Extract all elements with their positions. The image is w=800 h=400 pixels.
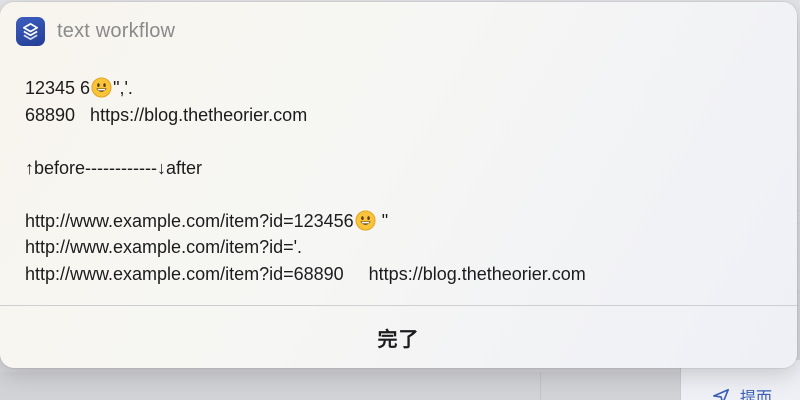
output-text: ",'. xyxy=(113,78,133,98)
output-blank-line xyxy=(25,181,777,208)
send-arrow-icon xyxy=(712,388,730,400)
dialog-text-output: 12345 6 ",'. 68890 https://blog.thetheori… xyxy=(25,75,777,287)
smiley-emoji-icon xyxy=(355,209,376,231)
dialog-title: text workflow xyxy=(57,20,176,42)
done-button[interactable]: 完了 xyxy=(0,305,797,368)
background-send-button[interactable]: 提而 xyxy=(712,384,772,400)
output-blank-line xyxy=(25,128,777,155)
output-line: 12345 6 ",'. xyxy=(25,75,777,102)
output-line: ↑before------------↓after xyxy=(25,157,202,178)
background-divider xyxy=(540,372,541,400)
smiley-emoji-icon xyxy=(91,77,112,98)
output-text: " xyxy=(376,210,389,231)
output-text: 12345 6 xyxy=(25,78,91,98)
output-line: http://www.example.com/item?id='. xyxy=(25,237,303,257)
dialog-header: text workflow xyxy=(16,17,175,46)
output-line: http://www.example.com/item?id=68890 htt… xyxy=(25,263,586,284)
workflow-result-dialog: text workflow 12345 6 ",'. 68890 https://… xyxy=(0,2,797,368)
done-button-label: 完了 xyxy=(377,328,420,351)
send-label: 提而 xyxy=(740,390,773,400)
output-line: http://www.example.com/item?id=123456 " xyxy=(25,208,777,235)
shortcuts-icon xyxy=(16,17,45,46)
output-line: 68890 https://blog.thetheorier.com xyxy=(25,104,308,125)
output-text: http://www.example.com/item?id=123456 xyxy=(25,210,354,231)
